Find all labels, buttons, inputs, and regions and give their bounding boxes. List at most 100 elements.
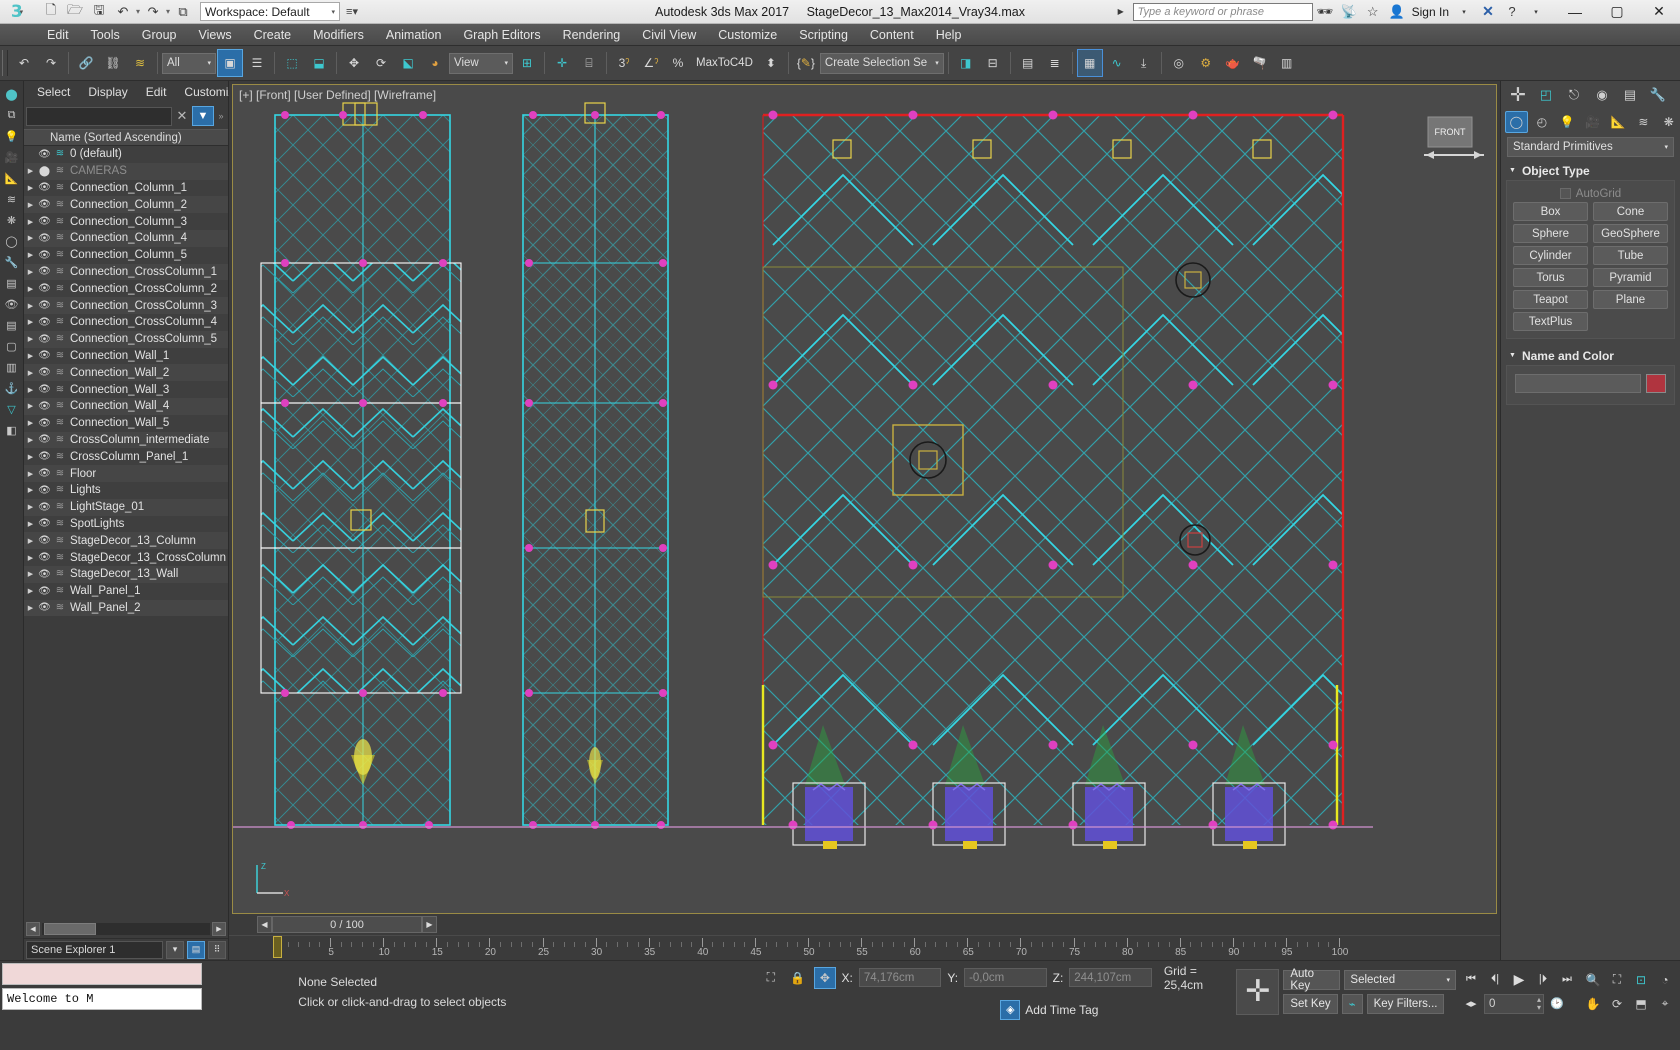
- select-and-link-icon[interactable]: 🔗: [73, 49, 99, 77]
- angle-snap-toggle-icon[interactable]: ∠ ˀ: [638, 49, 664, 77]
- panel-tool-icon[interactable]: ▥: [2, 357, 22, 377]
- viewport-front[interactable]: [+] [Front] [User Defined] [Wireframe] F…: [232, 84, 1497, 914]
- visibility-eye-icon[interactable]: 👁: [37, 569, 52, 580]
- goto-start-icon[interactable]: ⏮: [1460, 970, 1482, 990]
- render-production-icon[interactable]: 🫗: [1247, 49, 1273, 77]
- view-cube[interactable]: FRONT: [1422, 111, 1488, 177]
- hscroll-right-icon[interactable]: ▶: [212, 922, 226, 936]
- key-filters-button[interactable]: Key Filters...: [1366, 993, 1445, 1014]
- expand-arrow-icon[interactable]: ▶: [24, 570, 37, 578]
- select-and-scale-icon[interactable]: ⬕: [395, 49, 421, 77]
- add-time-tag-button[interactable]: ✛: [1236, 968, 1280, 1015]
- scene-explorer-row[interactable]: ▶ 👁 ≋ SpotLights: [24, 515, 228, 533]
- next-frame-icon[interactable]: |⏵: [1532, 970, 1554, 990]
- scene-explorer-hscrollbar[interactable]: ◀ ▶: [24, 920, 228, 938]
- expand-arrow-icon[interactable]: ▶: [24, 537, 37, 545]
- orbit-icon[interactable]: ⟳: [1606, 994, 1628, 1014]
- maxtoc4d-label[interactable]: MaxToC4D: [692, 57, 757, 69]
- scene-explorer-row[interactable]: ▶ 👁 ≋ Connection_Wall_2: [24, 364, 228, 382]
- visibility-eye-icon[interactable]: 👁: [37, 199, 52, 210]
- visibility-eye-icon[interactable]: 👁: [37, 317, 52, 328]
- cameras-category[interactable]: 🎥: [1581, 111, 1603, 133]
- sphere2-tool-icon[interactable]: ◯: [2, 231, 22, 251]
- clear-search-icon[interactable]: ✕: [174, 108, 190, 124]
- user-icon[interactable]: 👤: [1385, 1, 1409, 23]
- expand-arrow-icon[interactable]: ▶: [24, 402, 37, 410]
- redo-icon[interactable]: ↷: [142, 2, 164, 22]
- listener-output[interactable]: Welcome to M: [2, 988, 202, 1010]
- menu-item-help[interactable]: Help: [925, 24, 973, 46]
- key-mode-toggle-icon[interactable]: ◂▸: [1460, 994, 1482, 1014]
- select-and-manipulate-icon[interactable]: ✛: [549, 49, 575, 77]
- object-type-cylinder-button[interactable]: Cylinder: [1513, 246, 1588, 265]
- search-input[interactable]: Type a keyword or phrase: [1132, 2, 1313, 21]
- scene-explorer-row[interactable]: ▶ 👁 ≋ Connection_Column_3: [24, 213, 228, 230]
- menu-item-create[interactable]: Create: [243, 24, 303, 46]
- menu-item-tools[interactable]: Tools: [80, 24, 131, 46]
- absolute-relative-toggle-icon[interactable]: ✥: [814, 966, 836, 989]
- visibility-eye-icon[interactable]: 👁: [37, 518, 52, 529]
- scene-explorer-icon[interactable]: ≣: [1042, 49, 1068, 77]
- scene-explorer-row[interactable]: ▶ 👁 ≋ Connection_Column_2: [24, 196, 228, 214]
- create-tab[interactable]: ✛: [1505, 83, 1531, 107]
- expand-arrow-icon[interactable]: ▶: [24, 369, 37, 377]
- favorites-star-icon[interactable]: ☆: [1361, 1, 1385, 23]
- satellite-icon[interactable]: 📡: [1337, 1, 1361, 23]
- align-icon[interactable]: ⊟: [980, 49, 1006, 77]
- menu-item-customize[interactable]: Customize: [707, 24, 788, 46]
- y-coordinate-field[interactable]: -0,0cm: [964, 968, 1047, 987]
- scene-explorer-row[interactable]: ▶ 👁 ≋ Wall_Panel_1: [24, 582, 228, 600]
- name-and-color-header[interactable]: ▼ Name and Color: [1506, 346, 1675, 365]
- play-animation-icon[interactable]: ▶: [1508, 970, 1530, 990]
- spinner-snap-toggle-icon[interactable]: ⬍: [758, 49, 784, 77]
- keyboard-shortcut-override-icon[interactable]: ⌸: [576, 49, 602, 77]
- scene-explorer-row[interactable]: ▶ 👁 ≋ Connection_Column_5: [24, 246, 228, 264]
- visibility-eye-icon[interactable]: 👁: [37, 535, 52, 546]
- close-button[interactable]: ✕: [1638, 0, 1680, 24]
- visibility-eye-icon[interactable]: 👁: [37, 434, 52, 445]
- layers-tool-icon[interactable]: ▤: [2, 273, 22, 293]
- expand-arrow-icon[interactable]: ▶: [24, 386, 37, 394]
- scene-explorer-search-input[interactable]: [26, 106, 172, 126]
- save-file-icon[interactable]: 🖫: [88, 2, 110, 22]
- undo-dropdown-icon[interactable]: ▾: [136, 7, 140, 16]
- hscroll-thumb[interactable]: [44, 923, 96, 935]
- expand-arrow-icon[interactable]: ▶: [24, 520, 37, 528]
- hierarchy-tab[interactable]: ⎋: [1561, 83, 1587, 107]
- expand-arrow-icon[interactable]: ▶: [24, 268, 37, 276]
- expand-arrow-icon[interactable]: ▶: [24, 184, 37, 192]
- explorer-grid-icon[interactable]: ⠿: [208, 940, 226, 959]
- expand-arrow-icon[interactable]: ▶: [24, 285, 37, 293]
- spacewarp-tool-icon[interactable]: ≋: [2, 189, 22, 209]
- select-and-rotate-icon[interactable]: ⟳: [368, 49, 394, 77]
- object-name-input[interactable]: [1515, 374, 1641, 393]
- unlink-selection-icon[interactable]: ⛓: [100, 49, 126, 77]
- scene-explorer-row[interactable]: ▶ 👁 ≋ Connection_Wall_1: [24, 347, 228, 365]
- geometry-category[interactable]: ◯: [1505, 111, 1528, 133]
- visibility-eye-icon[interactable]: 👁: [37, 216, 52, 227]
- list-tool-icon[interactable]: ▤: [2, 315, 22, 335]
- visibility-eye-icon[interactable]: 👁: [37, 300, 52, 311]
- expand-arrow-icon[interactable]: ▶: [24, 470, 37, 478]
- square-tool-icon[interactable]: ▢: [2, 336, 22, 356]
- expand-arrow-icon[interactable]: ▶: [24, 234, 37, 242]
- window-crossing-icon[interactable]: ⬓: [306, 49, 332, 77]
- sphere-tool-icon[interactable]: ⬤: [2, 84, 22, 104]
- expand-arrow-icon[interactable]: ▶: [24, 201, 37, 209]
- set-key-button[interactable]: Set Key: [1283, 993, 1338, 1014]
- box-tool-icon[interactable]: ◧: [2, 420, 22, 440]
- visibility-eye-icon[interactable]: 👁: [37, 250, 52, 261]
- maximize-viewport-icon[interactable]: ⬒: [1630, 994, 1652, 1014]
- hscroll-track[interactable]: [42, 923, 210, 935]
- toolbar-grip[interactable]: [2, 50, 8, 76]
- schematic-view-icon[interactable]: ⤓: [1131, 49, 1157, 77]
- visibility-eye-icon[interactable]: 👁: [37, 586, 52, 597]
- visibility-eye-icon[interactable]: 👁: [37, 451, 52, 462]
- select-and-place-icon[interactable]: ◕: [422, 49, 448, 77]
- object-type-teapot-button[interactable]: Teapot: [1513, 290, 1588, 309]
- x-coordinate-field[interactable]: 74,176cm: [858, 968, 942, 987]
- visibility-eye-icon[interactable]: 👁: [37, 468, 52, 479]
- explorer-menu-display[interactable]: Display: [79, 82, 136, 102]
- scene-explorer-row[interactable]: 👁 ≋ 0 (default): [24, 146, 228, 163]
- help-icon[interactable]: ?: [1500, 1, 1524, 23]
